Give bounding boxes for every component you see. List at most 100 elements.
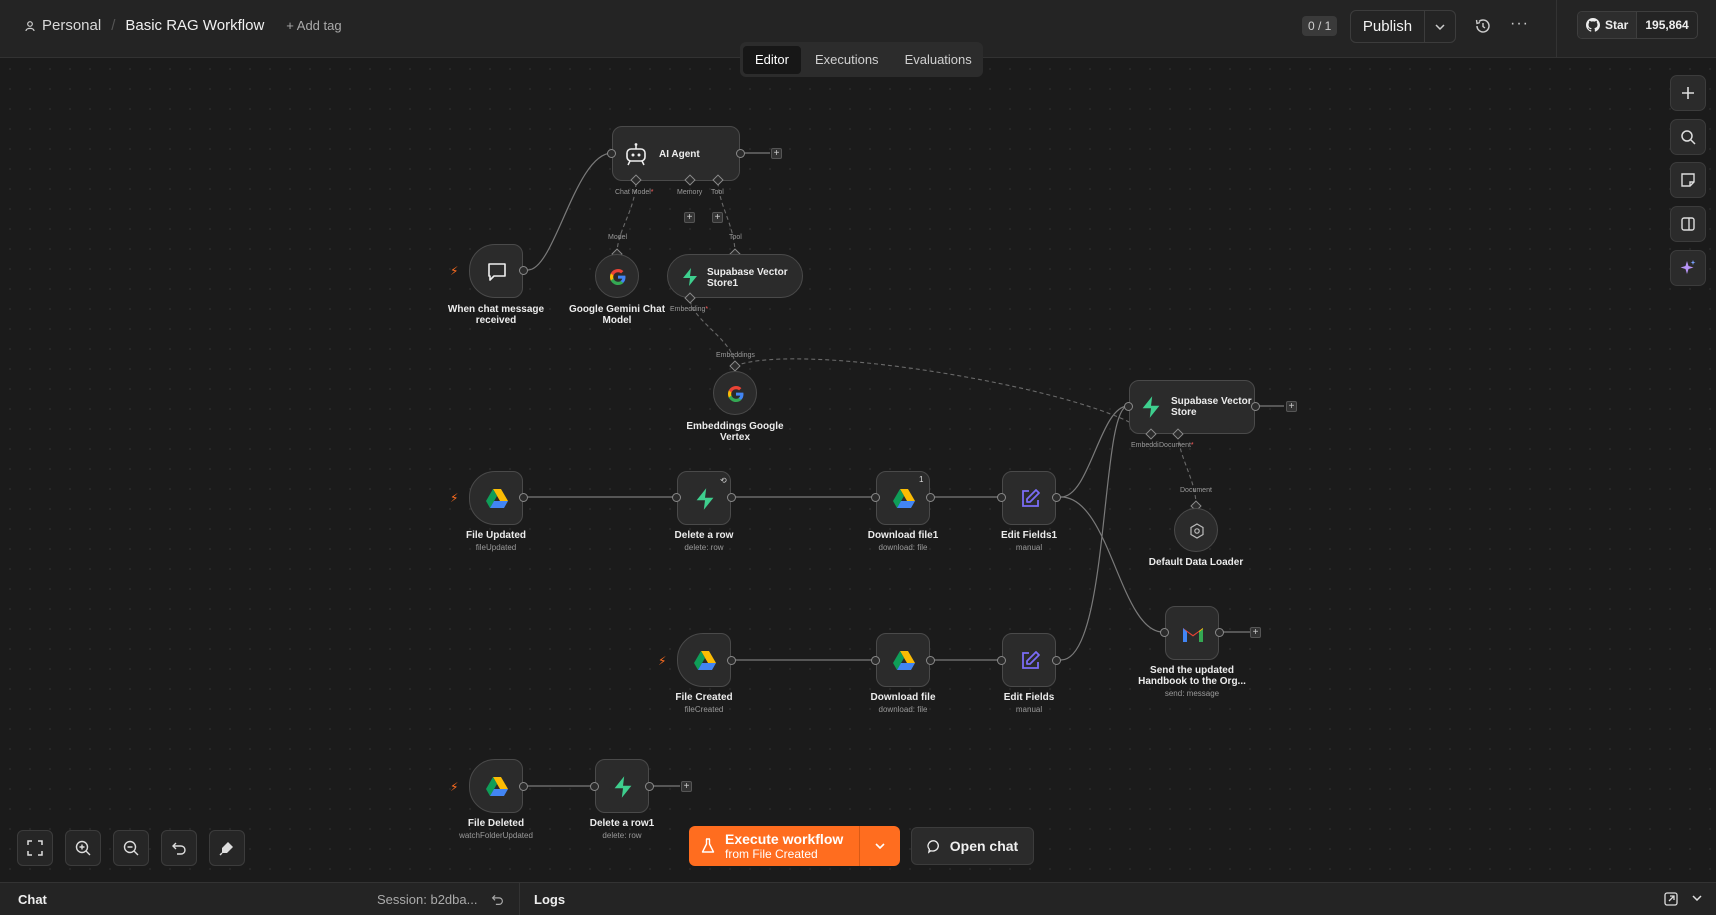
delete-row1-node[interactable] bbox=[595, 759, 649, 813]
edit-fields-input-port[interactable] bbox=[997, 656, 1006, 665]
download-file-input-port[interactable] bbox=[871, 656, 880, 665]
chevron-down-icon[interactable] bbox=[1692, 895, 1702, 901]
delete-row1-output-port[interactable] bbox=[645, 782, 654, 791]
file-deleted-output-port[interactable] bbox=[519, 782, 528, 791]
tab-executions[interactable]: Executions bbox=[803, 46, 891, 74]
delete-row1-add-button[interactable]: + bbox=[681, 781, 692, 792]
google-drive-icon bbox=[891, 486, 917, 512]
download-file-node[interactable] bbox=[876, 633, 930, 687]
workflow-title[interactable]: Basic RAG Workflow bbox=[125, 17, 264, 34]
sticky-note-button[interactable] bbox=[1670, 162, 1706, 198]
sticky-note-icon bbox=[1681, 173, 1695, 187]
github-star-button[interactable]: Star bbox=[1578, 12, 1637, 38]
execute-workflow-button[interactable]: Execute workflow from File Created bbox=[689, 826, 860, 866]
download-file1-output-port[interactable] bbox=[926, 493, 935, 502]
supabase-vector-store1-node[interactable]: Supabase Vector Store1 bbox=[667, 254, 803, 298]
sparkle-icon bbox=[1680, 260, 1696, 274]
ai-agent-node[interactable]: AI Agent bbox=[612, 126, 740, 181]
gmail-input-port[interactable] bbox=[1160, 628, 1169, 637]
ai-agent-input-port[interactable] bbox=[607, 149, 616, 158]
file-deleted-node[interactable] bbox=[469, 759, 523, 813]
vector-store-document-label: Document* bbox=[1159, 442, 1194, 449]
tab-evaluations[interactable]: Evaluations bbox=[893, 46, 984, 74]
chat-bubble-icon bbox=[927, 839, 939, 854]
download-file1-input-port[interactable] bbox=[871, 493, 880, 502]
google-g-icon bbox=[726, 384, 746, 404]
github-icon bbox=[1586, 18, 1600, 32]
default-data-loader-node[interactable] bbox=[1174, 508, 1218, 552]
publish-button[interactable]: Publish bbox=[1351, 11, 1425, 42]
file-updated-sub: fileUpdated bbox=[475, 543, 517, 552]
ai-agent-output-port[interactable] bbox=[736, 149, 745, 158]
execute-workflow-label: Execute workflow bbox=[725, 830, 844, 847]
tab-editor[interactable]: Editor bbox=[743, 45, 801, 74]
ai-assistant-button[interactable] bbox=[1670, 250, 1706, 286]
search-nodes-button[interactable] bbox=[1670, 119, 1706, 155]
lightning-icon: ⚡ bbox=[658, 654, 667, 668]
chat-panel-title[interactable]: Chat bbox=[18, 892, 47, 907]
publish-button-group: Publish bbox=[1350, 10, 1456, 43]
breadcrumb-separator: / bbox=[111, 17, 116, 34]
zoom-in-button[interactable] bbox=[65, 830, 101, 866]
gmail-add-button[interactable]: + bbox=[1250, 627, 1261, 638]
tool-add-button[interactable]: + bbox=[712, 212, 723, 223]
github-star-widget[interactable]: Star 195,864 bbox=[1577, 11, 1698, 39]
edit-fields1-input-port[interactable] bbox=[997, 493, 1006, 502]
version-count[interactable]: 0 / 1 bbox=[1302, 16, 1338, 36]
flask-icon bbox=[701, 838, 715, 853]
reset-session-icon[interactable] bbox=[491, 893, 504, 906]
vector-store1-title: Supabase Vector Store1 bbox=[707, 267, 788, 289]
download-file1-node[interactable]: 1 bbox=[876, 471, 930, 525]
edit-fields-node[interactable] bbox=[1002, 633, 1056, 687]
loader-label: Default Data Loader bbox=[1148, 557, 1244, 568]
zoom-out-button[interactable] bbox=[113, 830, 149, 866]
toggle-panel-button[interactable] bbox=[1670, 206, 1706, 242]
open-chat-button[interactable]: Open chat bbox=[911, 827, 1034, 865]
file-updated-label: File Updated bbox=[465, 530, 526, 541]
edit-fields1-node[interactable] bbox=[1002, 471, 1056, 525]
workflow-canvas[interactable] bbox=[0, 59, 1716, 881]
fit-view-button[interactable] bbox=[17, 830, 53, 866]
logs-panel-title[interactable]: Logs bbox=[534, 892, 565, 907]
chat-trigger-node[interactable] bbox=[469, 244, 523, 298]
file-updated-output-port[interactable] bbox=[519, 493, 528, 502]
vector-store-embedding-label: Embeddi bbox=[1131, 442, 1159, 449]
execute-dropdown[interactable] bbox=[860, 826, 900, 866]
more-icon[interactable]: ··· bbox=[1510, 15, 1529, 33]
edit-fields-output-port[interactable] bbox=[1052, 656, 1061, 665]
header-divider bbox=[1556, 0, 1557, 58]
file-updated-node[interactable] bbox=[469, 471, 523, 525]
gemini-node[interactable] bbox=[595, 254, 639, 298]
delete-row-output-port[interactable] bbox=[727, 493, 736, 502]
add-node-button[interactable] bbox=[1670, 75, 1706, 111]
clear-execution-button[interactable] bbox=[209, 830, 245, 866]
vector-store-output-port[interactable] bbox=[1251, 402, 1260, 411]
undo-icon bbox=[172, 842, 186, 855]
chat-trigger-output-port[interactable] bbox=[519, 266, 528, 275]
gmail-output-port[interactable] bbox=[1215, 628, 1224, 637]
publish-dropdown[interactable] bbox=[1425, 11, 1455, 42]
delete-row-input-port[interactable] bbox=[672, 493, 681, 502]
loader-icon bbox=[1187, 521, 1207, 541]
file-created-output-port[interactable] bbox=[727, 656, 736, 665]
supabase-bolt-icon bbox=[692, 486, 718, 512]
memory-add-button[interactable]: + bbox=[684, 212, 695, 223]
delete-row-node[interactable]: ⟲ bbox=[677, 471, 731, 525]
vector-store-add-button[interactable]: + bbox=[1286, 401, 1297, 412]
supabase-vector-store-node[interactable]: Supabase Vector Store bbox=[1129, 380, 1255, 434]
open-chat-label: Open chat bbox=[949, 838, 1019, 854]
gmail-node[interactable] bbox=[1165, 606, 1219, 660]
edit-fields1-output-port[interactable] bbox=[1052, 493, 1061, 502]
execute-workflow-group: Execute workflow from File Created bbox=[689, 826, 900, 866]
undo-button[interactable] bbox=[161, 830, 197, 866]
add-tag-button[interactable]: + Add tag bbox=[286, 18, 341, 33]
history-icon[interactable] bbox=[1474, 17, 1492, 35]
popout-icon[interactable] bbox=[1664, 892, 1678, 906]
file-created-node[interactable] bbox=[677, 633, 731, 687]
vector-store-input-port[interactable] bbox=[1124, 402, 1133, 411]
project-crumb[interactable]: Personal bbox=[24, 17, 101, 34]
delete-row1-input-port[interactable] bbox=[590, 782, 599, 791]
download-file-output-port[interactable] bbox=[926, 656, 935, 665]
embeddings-node[interactable] bbox=[713, 371, 757, 415]
ai-agent-add-button[interactable]: + bbox=[771, 148, 782, 159]
